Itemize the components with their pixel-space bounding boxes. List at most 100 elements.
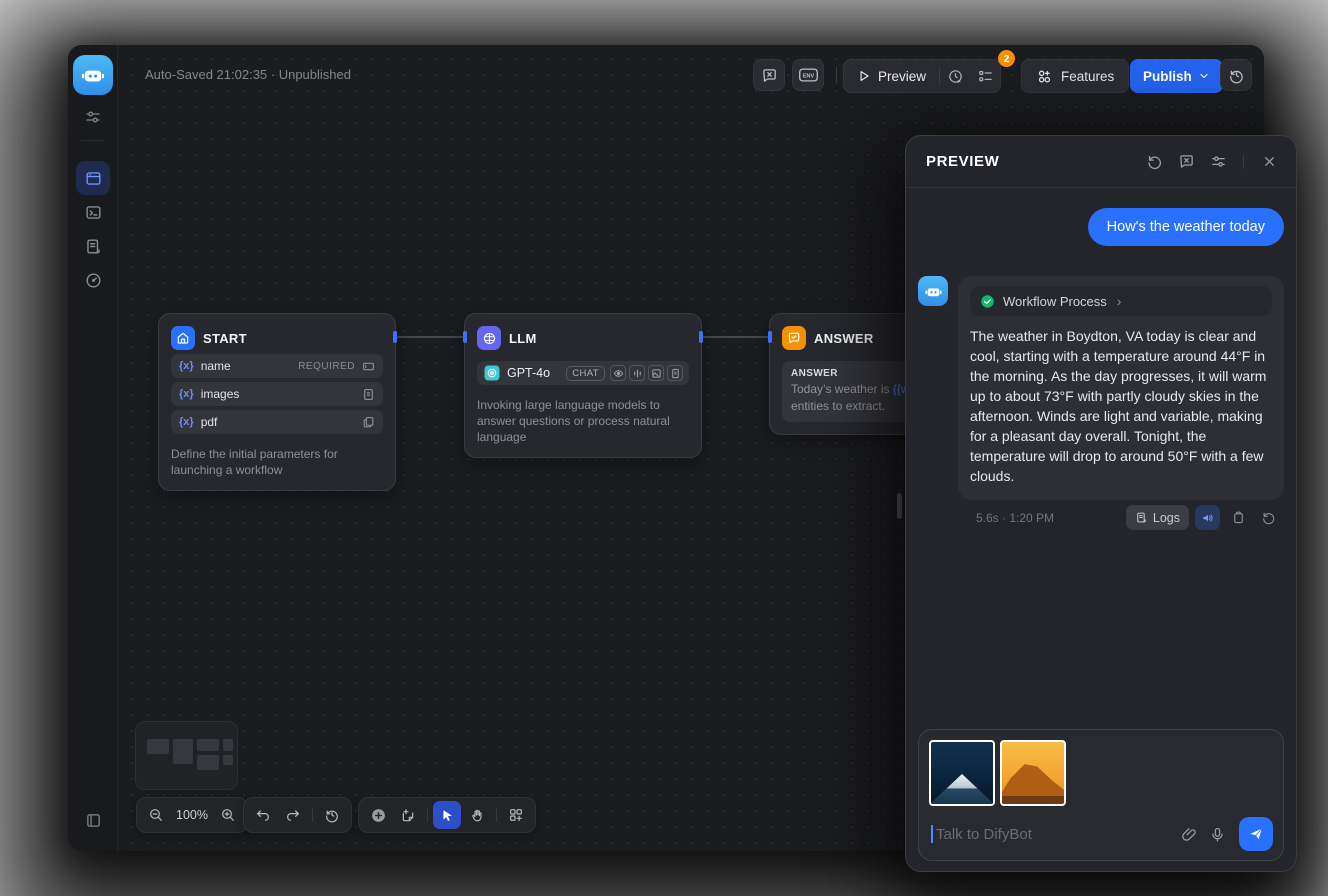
node-description: Define the initial parameters for launch… [171,446,383,478]
input-port[interactable] [463,331,467,343]
features-label: Features [1061,69,1114,84]
chat-x-icon [1178,153,1195,170]
collapse-sidebar-icon[interactable] [82,809,104,831]
sliders-icon [1210,153,1227,170]
hand-mode-button[interactable] [463,801,491,829]
change-history-button[interactable] [318,801,346,829]
input-port[interactable] [768,331,772,343]
undo-button[interactable] [249,801,277,829]
restart-conversation-button[interactable] [1141,149,1167,175]
chat-area: How's the weather today Workflow Process… [906,188,1296,729]
speaker-icon [1201,511,1215,525]
node-llm[interactable]: LLM GPT-4o CHAT Invoking large language … [464,313,702,458]
preview-panel: PREVIEW How's the weather today [905,135,1297,872]
start-field-pdf: {x} pdf [171,410,383,434]
bot-message-bubble: Workflow Process › The weather in Boydto… [958,276,1284,500]
attach-file-button[interactable] [1175,820,1203,848]
regenerate-icon [1261,510,1276,525]
chevron-right-icon: › [1117,293,1122,309]
redo-button[interactable] [279,801,307,829]
features-button[interactable]: Features [1021,59,1129,93]
attached-images [929,740,1273,806]
node-start[interactable]: START {x} name REQUIRED {x} images {x} p… [158,313,396,491]
svg-text:ENV: ENV [802,74,814,80]
sidebar-item-monitoring[interactable] [76,263,110,297]
file-icon [362,388,375,401]
model-selector[interactable]: GPT-4o CHAT [477,361,689,385]
sidebar-item-orchestrate[interactable] [76,161,110,195]
app-logo-robot-icon[interactable] [73,55,113,95]
clipboard-icon [1231,510,1246,525]
paperclip-icon [1181,826,1198,843]
env-variables-button[interactable]: ENV [792,59,824,91]
audio-icon [629,365,645,381]
sidebar-item-logs[interactable] [76,229,110,263]
chat-input[interactable] [936,826,1175,843]
text-caret [931,825,933,843]
output-port[interactable] [699,331,703,343]
clock-play-icon [947,68,964,85]
send-button[interactable] [1239,817,1273,851]
add-note-button[interactable] [394,801,422,829]
run-history-button[interactable] [940,60,970,92]
field-name: images [201,387,240,401]
checklist-count-badge: 2 [998,50,1015,67]
output-port[interactable] [393,331,397,343]
tune-sliders-icon[interactable] [81,105,105,129]
voice-input-button[interactable] [1203,820,1231,848]
attachment-thumbnail-mountain-blue[interactable] [929,740,995,806]
sidebar-item-terminal[interactable] [76,195,110,229]
checklist-icon [977,68,994,85]
preview-run-button[interactable]: Preview [844,69,939,84]
organize-blocks-button[interactable] [502,801,530,829]
edge-llm-answer [702,336,770,338]
node-description: Invoking large language models to answer… [477,397,689,445]
model-capabilities: CHAT [566,365,683,381]
image-icon [648,365,664,381]
logs-button[interactable]: Logs [1126,505,1189,530]
message-meta: 5.6s · 1:20 PM [976,511,1054,525]
conversation-settings-button[interactable] [1205,149,1231,175]
checklist-button[interactable] [970,60,1000,92]
send-plane-icon [1248,826,1264,842]
field-name: pdf [201,415,218,429]
start-field-name: {x} name REQUIRED [171,354,383,378]
pointer-mode-button[interactable] [433,801,461,829]
publish-button[interactable]: Publish [1130,59,1223,93]
zoom-out-button[interactable] [142,801,170,829]
zoom-toolbar: 100% [136,797,248,833]
bot-message-row: Workflow Process › The weather in Boydto… [918,276,1284,500]
document-icon [667,365,683,381]
edge-start-llm [396,336,464,338]
close-panel-button[interactable] [1256,149,1282,175]
add-node-button[interactable] [364,801,392,829]
tools-toolbar [358,797,536,833]
chat-mode-badge: CHAT [566,366,605,381]
workflow-process-toggle[interactable]: Workflow Process › [970,286,1272,316]
attachment-thumbnail-mountain-orange[interactable] [1000,740,1066,806]
message-footer-row: 5.6s · 1:20 PM Logs [918,505,1284,530]
header-divider [836,67,837,83]
zoom-level[interactable]: 100% [172,808,212,822]
panel-resize-handle[interactable] [897,493,902,519]
copy-button[interactable] [1226,506,1250,530]
history-icon [1228,67,1245,84]
node-title: START [203,331,247,346]
files-icon [362,416,375,429]
preview-title: PREVIEW [926,153,999,170]
left-sidebar [68,45,118,851]
home-icon [171,326,195,350]
node-title: ANSWER [814,331,874,346]
minimap[interactable] [135,721,238,790]
version-history-button[interactable] [1220,59,1252,91]
answer-bubble-check-icon [782,326,806,350]
screenshot-stage: Auto-Saved 21:02:35 · Unpublished ENV Pr… [0,0,1328,896]
chevron-down-icon [1198,70,1210,82]
variable-token: {x} [179,360,194,372]
clear-chat-button[interactable] [753,59,785,91]
read-aloud-button[interactable] [1195,505,1220,530]
zoom-in-button[interactable] [214,801,242,829]
regenerate-button[interactable] [1256,506,1280,530]
clear-conversation-button[interactable] [1173,149,1199,175]
llm-brain-icon [477,326,501,350]
